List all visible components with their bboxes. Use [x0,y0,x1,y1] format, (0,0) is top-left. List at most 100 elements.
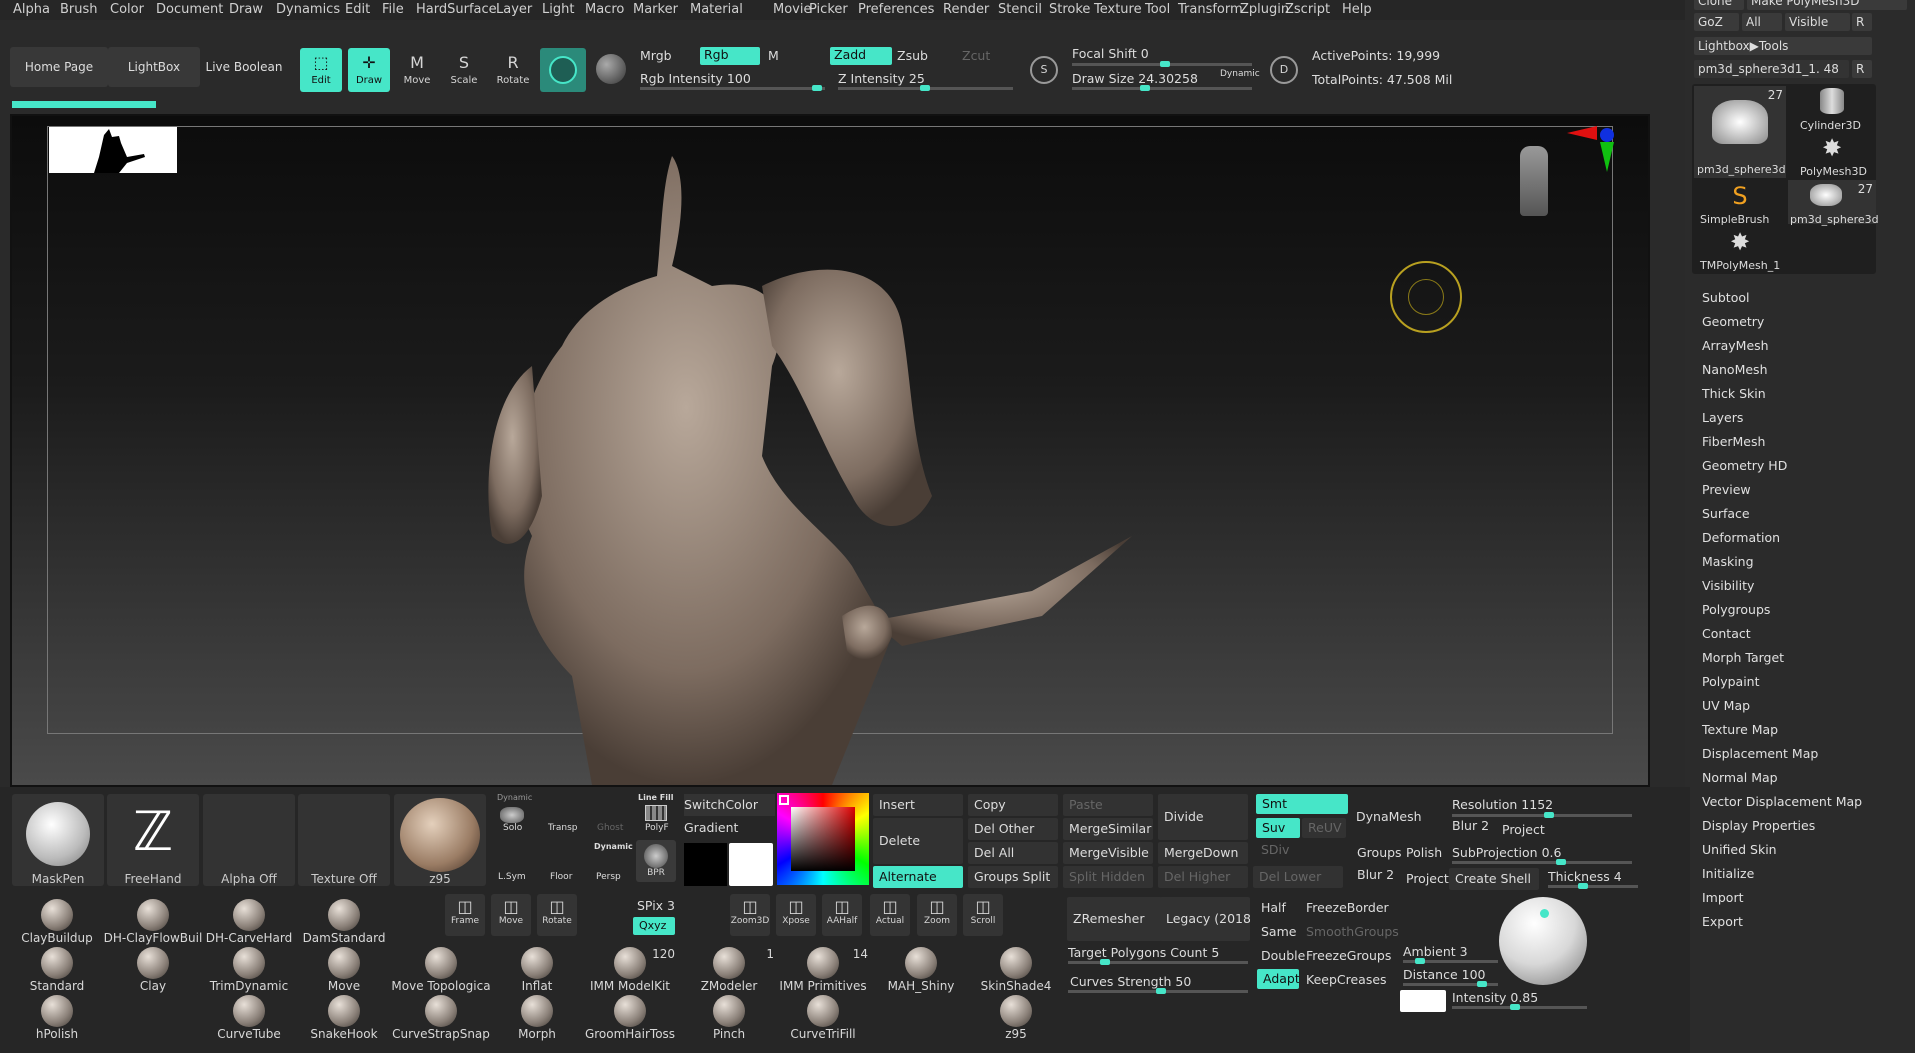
scroll-button[interactable]: ◫ Scroll [963,894,1003,936]
brush-snakehook[interactable]: SnakeHook [289,995,399,1041]
mrgb-button[interactable]: Mrgb [640,48,672,63]
subpalette-fibermesh[interactable]: FiberMesh [1702,434,1765,449]
actual-button[interactable]: ◫ Actual [870,894,910,936]
transp-button[interactable]: Transp [548,823,578,833]
visible-button[interactable]: Visible [1785,13,1850,31]
merge-down-button[interactable]: MergeDown [1158,842,1248,864]
brush-move-topologica[interactable]: Move Topologica [386,947,496,993]
qxyz-button[interactable]: Qxyz [633,917,675,935]
move-button[interactable]: M Move [396,48,438,92]
solo-button[interactable]: Solo [503,823,522,833]
brush-imm-primitives[interactable]: IMM Primitives 14 [768,947,878,993]
brush-trimdynamic[interactable]: TrimDynamic [194,947,304,993]
brush-z95[interactable]: z95 [961,995,1071,1041]
polyf-button[interactable]: PolyF [645,823,669,833]
brush-groomhairtoss[interactable]: GroomHairToss [575,995,685,1041]
subpalette-vector-displacement-map[interactable]: Vector Displacement Map [1702,794,1862,809]
brush-curvetube[interactable]: CurveTube [194,995,304,1041]
subpalette-layers[interactable]: Layers [1702,410,1743,425]
subpalette-displacement-map[interactable]: Displacement Map [1702,746,1818,761]
brush-move[interactable]: Move [289,947,399,993]
subpalette-texture-map[interactable]: Texture Map [1702,722,1778,737]
zcut-button[interactable]: Zcut [962,48,990,63]
clone-button[interactable]: Clone [1694,0,1744,10]
r-button-2[interactable]: R [1852,60,1872,78]
menu-brush[interactable]: Brush [60,2,98,17]
menu-preferences[interactable]: Preferences [858,2,934,17]
sdiv-slider[interactable]: SDiv [1261,842,1289,857]
orientation-head-icon[interactable] [1520,146,1548,216]
all-button[interactable]: All [1742,13,1782,31]
resolution-slider[interactable] [1452,812,1632,818]
tool-thumb-3[interactable]: S SimpleBrush [1694,180,1786,226]
spix-slider[interactable]: SPix 3 [633,896,675,916]
frame-button[interactable]: ◫ Frame [445,894,485,936]
current-tool-slider[interactable]: pm3d_sphere3d1_1. 48 [1694,60,1849,78]
smt-button[interactable]: Smt [1256,794,1348,814]
rotate-button[interactable]: ◫ Rotate [537,894,577,936]
brush-hpolish[interactable]: hPolish [2,995,112,1041]
texture-thumb[interactable]: Texture Off [298,794,390,886]
focal-shift-slider[interactable] [1072,61,1252,67]
gradient-button[interactable]: Gradient [684,817,775,839]
draw-button[interactable]: ✛ Draw [348,48,390,92]
light-sphere[interactable] [1499,897,1587,985]
merge-visible-button[interactable]: MergeVisible [1063,842,1153,864]
zoom3d-button[interactable]: ◫ Zoom3D [730,894,770,936]
reuv-button[interactable]: ReUV [1302,818,1346,838]
rgb-button[interactable]: Rgb [700,47,760,65]
merge-similar-button[interactable]: MergeSimilar [1063,818,1153,840]
navigator-thumbnail[interactable] [49,127,177,173]
divide-button[interactable]: Divide [1158,794,1248,840]
smooth-groups-button[interactable]: SmoothGroups [1306,924,1399,939]
alpha-thumb[interactable]: Alpha Off [203,794,295,886]
m-button[interactable]: M [768,48,779,63]
subpalette-arraymesh[interactable]: ArrayMesh [1702,338,1769,353]
brush-standard[interactable]: Standard [2,947,112,993]
z-intensity-slider[interactable] [838,85,1013,91]
subpalette-preview[interactable]: Preview [1702,482,1751,497]
brush-dh-carvehard[interactable]: DH-CarveHard [194,899,304,945]
color-square[interactable] [791,807,855,871]
goz-button[interactable]: GoZ [1694,13,1739,31]
half-button[interactable]: Half [1261,900,1286,915]
edit-button[interactable]: ⬚ Edit [300,48,342,92]
project2-button[interactable]: Project [1406,871,1449,886]
brush-curvestrapsnap[interactable]: CurveStrapSnap [386,995,496,1041]
color-picker[interactable] [777,793,869,885]
menu-zscript[interactable]: Zscript [1285,2,1330,17]
thickness-slider[interactable] [1548,883,1638,889]
create-shell-button[interactable]: Create Shell [1449,868,1539,890]
suv-button[interactable]: Suv [1256,818,1300,838]
subpalette-subtool[interactable]: Subtool [1702,290,1749,305]
menu-layer[interactable]: Layer [496,2,532,17]
material-thumb[interactable]: z95 [394,794,486,886]
draw-size-slider[interactable] [1072,85,1252,91]
del-higher-button[interactable]: Del Higher [1158,866,1248,888]
menu-draw[interactable]: Draw [229,2,263,17]
make-polymesh-button[interactable]: Make PolyMesh3D [1747,0,1907,10]
document-canvas[interactable] [12,116,1648,785]
del-other-button[interactable]: Del Other [968,818,1058,840]
alternate-button[interactable]: Alternate [873,866,963,888]
blur2-slider[interactable]: Blur 2 [1357,867,1394,882]
distance-slider[interactable] [1403,981,1498,987]
focal-s-icon[interactable]: S [1030,56,1058,84]
menu-texture[interactable]: Texture [1094,2,1142,17]
subpalette-geometry[interactable]: Geometry [1702,314,1764,329]
tool-thumb-5[interactable]: ✸ TMPolyMesh_1 [1694,226,1786,272]
floor-button[interactable]: Floor [550,872,572,882]
subpalette-uv-map[interactable]: UV Map [1702,698,1750,713]
dynamic-toggle[interactable]: Dynamic [1220,69,1260,79]
zremesher-button[interactable]: ZRemesher [1067,897,1162,941]
subpalette-surface[interactable]: Surface [1702,506,1750,521]
persp-button[interactable]: Persp [596,872,621,882]
menu-stroke[interactable]: Stroke [1049,2,1090,17]
zsub-button[interactable]: Zsub [897,48,928,63]
menu-help[interactable]: Help [1342,2,1372,17]
brush-damstandard[interactable]: DamStandard [289,899,399,945]
menu-material[interactable]: Material [690,2,743,17]
menu-zplugin[interactable]: Zplugin [1240,2,1289,17]
texture-sphere-icon[interactable] [596,54,626,84]
menu-movie[interactable]: Movie [773,2,811,17]
